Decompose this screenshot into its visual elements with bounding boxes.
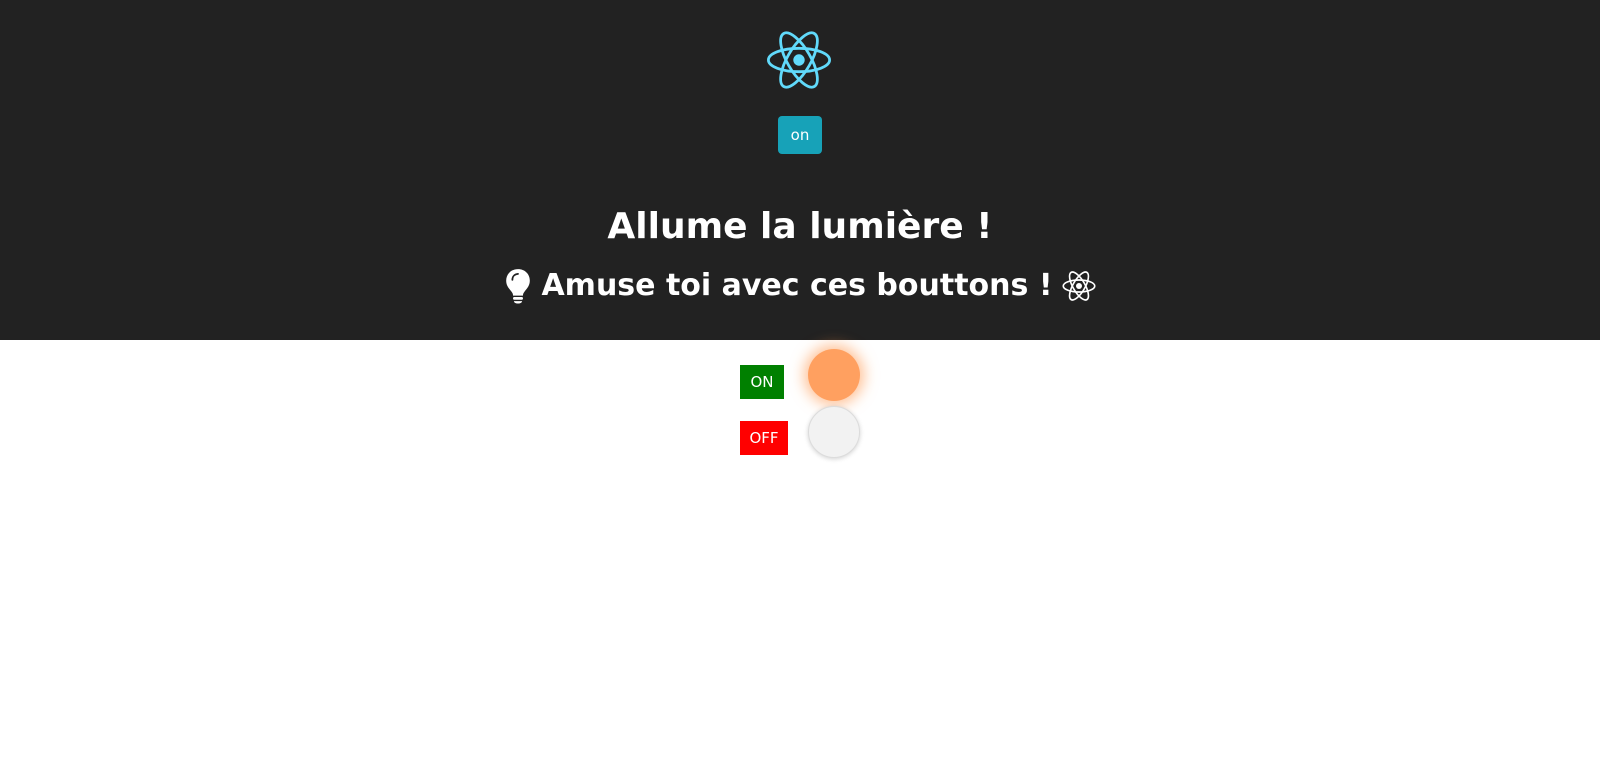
react-atom-icon <box>1061 271 1096 301</box>
page-subtitle: Amuse toi avec ces bouttons ! <box>541 268 1053 303</box>
subtitle-row: Amuse toi avec ces bouttons ! <box>0 264 1600 308</box>
toggle-button[interactable]: on <box>778 116 822 154</box>
light-bulb-on <box>808 349 860 401</box>
page-title: Allume la lumière ! <box>607 206 993 247</box>
off-button[interactable]: OFF <box>740 421 788 455</box>
lightbulb-icon <box>506 269 531 304</box>
app-header: on Allume la lumière ! Amuse toi avec ce… <box>0 0 1600 340</box>
react-logo-icon <box>767 31 831 89</box>
light-bulb-off <box>808 406 860 458</box>
on-button[interactable]: ON <box>740 365 784 399</box>
